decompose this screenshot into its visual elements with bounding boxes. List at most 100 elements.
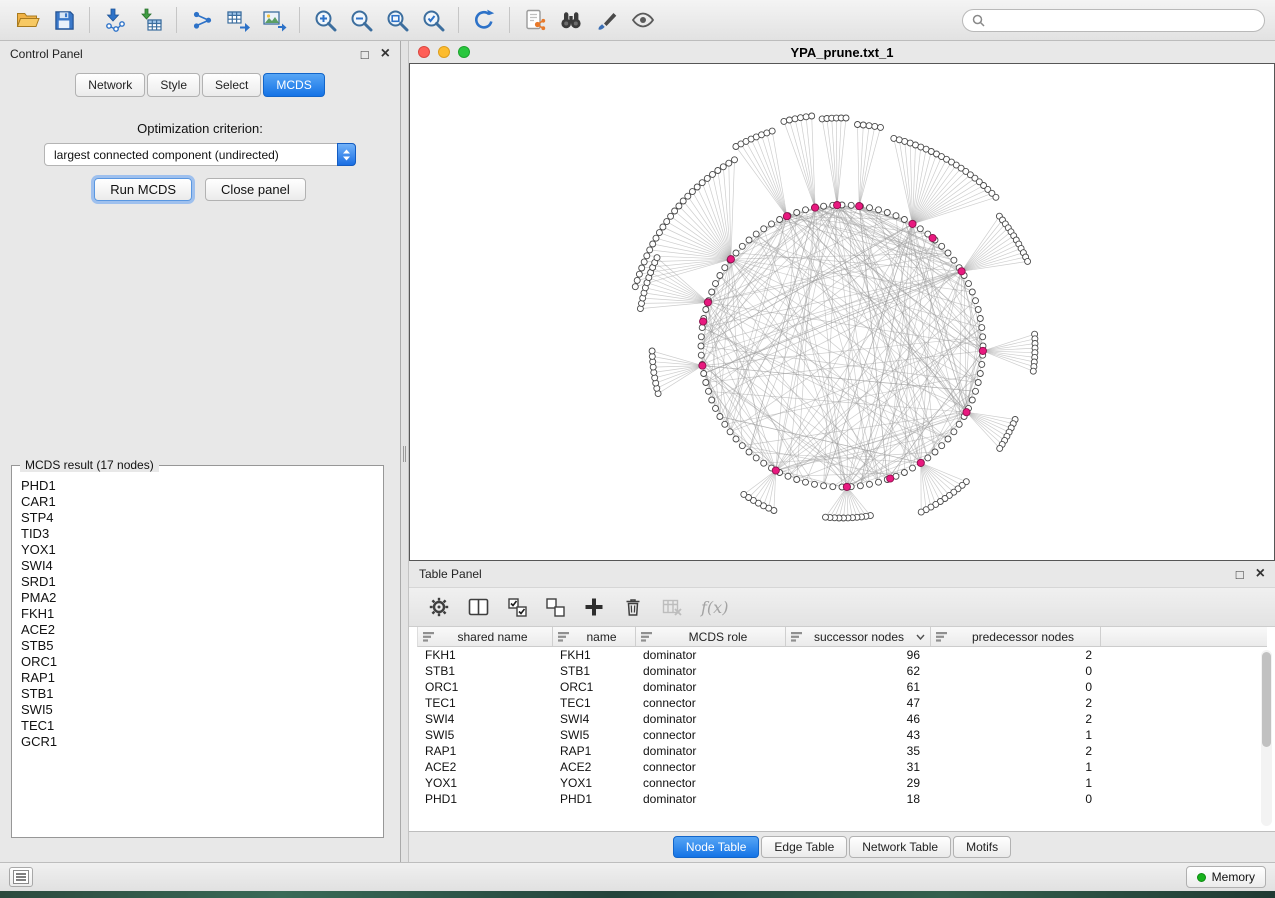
cell-successor-nodes[interactable]: 31 [785, 760, 930, 774]
cell-predecessor-nodes[interactable]: 1 [930, 728, 1100, 742]
cell-shared-name[interactable]: STB1 [417, 664, 552, 678]
cell-mcds-role[interactable]: connector [635, 728, 785, 742]
cell-mcds-role[interactable]: connector [635, 696, 785, 710]
cell-shared-name[interactable]: YOX1 [417, 776, 552, 790]
maximize-window-icon[interactable] [458, 46, 470, 58]
graphics-details-button[interactable] [625, 3, 661, 37]
cell-shared-name[interactable]: ORC1 [417, 680, 552, 694]
result-node-item[interactable]: STB1 [21, 686, 374, 702]
zoom-in-button[interactable] [307, 3, 343, 37]
cell-name[interactable]: YOX1 [552, 776, 635, 790]
tab-network-table[interactable]: Network Table [849, 836, 951, 858]
result-node-item[interactable]: ACE2 [21, 622, 374, 638]
column-header-predecessor-nodes[interactable]: predecessor nodes [931, 627, 1101, 646]
show-columns-button[interactable] [468, 594, 489, 620]
cell-shared-name[interactable]: FKH1 [417, 648, 552, 662]
cell-predecessor-nodes[interactable]: 0 [930, 664, 1100, 678]
result-node-item[interactable]: SWI5 [21, 702, 374, 718]
tab-network[interactable]: Network [75, 73, 145, 97]
panel-menu-button[interactable] [9, 867, 33, 887]
cell-successor-nodes[interactable]: 29 [785, 776, 930, 790]
refresh-layout-button[interactable] [466, 3, 502, 37]
cell-successor-nodes[interactable]: 62 [785, 664, 930, 678]
result-node-item[interactable]: PMA2 [21, 590, 374, 606]
table-row[interactable]: RAP1 RAP1 dominator 35 2 [417, 743, 1267, 759]
cell-successor-nodes[interactable]: 47 [785, 696, 930, 710]
result-node-item[interactable]: YOX1 [21, 542, 374, 558]
cell-predecessor-nodes[interactable]: 0 [930, 792, 1100, 806]
cell-successor-nodes[interactable]: 35 [785, 744, 930, 758]
cell-predecessor-nodes[interactable]: 2 [930, 648, 1100, 662]
export-image-button[interactable] [256, 3, 292, 37]
cell-mcds-role[interactable]: dominator [635, 792, 785, 806]
cell-shared-name[interactable]: TEC1 [417, 696, 552, 710]
table-row[interactable]: PHD1 PHD1 dominator 18 0 [417, 791, 1267, 807]
table-row[interactable]: TEC1 TEC1 connector 47 2 [417, 695, 1267, 711]
zoom-fit-button[interactable] [379, 3, 415, 37]
delete-button[interactable] [623, 594, 643, 620]
result-node-item[interactable]: TEC1 [21, 718, 374, 734]
result-node-item[interactable]: ORC1 [21, 654, 374, 670]
column-header-mcds-role[interactable]: MCDS role [636, 627, 786, 646]
cell-successor-nodes[interactable]: 61 [785, 680, 930, 694]
cell-name[interactable]: SWI4 [552, 712, 635, 726]
tab-mcds[interactable]: MCDS [263, 73, 324, 97]
table-settings-button[interactable] [429, 594, 449, 620]
network-graph[interactable] [410, 64, 1274, 560]
cell-predecessor-nodes[interactable]: 0 [930, 680, 1100, 694]
cell-mcds-role[interactable]: connector [635, 760, 785, 774]
cell-mcds-role[interactable]: dominator [635, 664, 785, 678]
cell-predecessor-nodes[interactable]: 1 [930, 760, 1100, 774]
close-window-icon[interactable] [418, 46, 430, 58]
table-row[interactable]: SWI4 SWI4 dominator 46 2 [417, 711, 1267, 727]
table-row[interactable]: SWI5 SWI5 connector 43 1 [417, 727, 1267, 743]
apply-style-button[interactable] [589, 3, 625, 37]
cell-successor-nodes[interactable]: 46 [785, 712, 930, 726]
find-button[interactable] [553, 3, 589, 37]
search-input[interactable] [991, 13, 1255, 27]
select-all-button[interactable] [508, 594, 527, 620]
minimize-window-icon[interactable] [438, 46, 450, 58]
result-node-item[interactable]: STP4 [21, 510, 374, 526]
criterion-dropdown[interactable]: largest connected component (undirected) [44, 143, 356, 166]
table-row[interactable]: YOX1 YOX1 connector 29 1 [417, 775, 1267, 791]
column-header-name[interactable]: name [553, 627, 636, 646]
zoom-out-button[interactable] [343, 3, 379, 37]
cell-predecessor-nodes[interactable]: 2 [930, 712, 1100, 726]
cell-shared-name[interactable]: RAP1 [417, 744, 552, 758]
table-row[interactable]: ORC1 ORC1 dominator 61 0 [417, 679, 1267, 695]
panel-divider[interactable] [401, 41, 409, 862]
search-box[interactable] [962, 9, 1265, 32]
table-scrollbar[interactable] [1261, 650, 1272, 826]
cell-mcds-role[interactable]: connector [635, 776, 785, 790]
float-panel-icon[interactable]: □ [361, 48, 369, 61]
float-panel-icon[interactable]: □ [1236, 568, 1244, 581]
result-node-item[interactable]: CAR1 [21, 494, 374, 510]
result-node-item[interactable]: TID3 [21, 526, 374, 542]
cell-successor-nodes[interactable]: 18 [785, 792, 930, 806]
tab-edge-table[interactable]: Edge Table [761, 836, 847, 858]
result-node-item[interactable]: PHD1 [21, 478, 374, 494]
cell-shared-name[interactable]: PHD1 [417, 792, 552, 806]
cell-mcds-role[interactable]: dominator [635, 712, 785, 726]
tab-motifs[interactable]: Motifs [953, 836, 1011, 858]
export-network-button[interactable] [184, 3, 220, 37]
cell-predecessor-nodes[interactable]: 2 [930, 744, 1100, 758]
memory-button[interactable]: Memory [1186, 866, 1266, 888]
result-node-item[interactable]: GCR1 [21, 734, 374, 750]
import-network-button[interactable] [97, 3, 133, 37]
tab-select[interactable]: Select [202, 73, 261, 97]
cell-name[interactable]: FKH1 [552, 648, 635, 662]
cell-predecessor-nodes[interactable]: 1 [930, 776, 1100, 790]
import-table-button[interactable] [133, 3, 169, 37]
table-row[interactable]: STB1 STB1 dominator 62 0 [417, 663, 1267, 679]
cell-successor-nodes[interactable]: 43 [785, 728, 930, 742]
network-canvas[interactable] [409, 63, 1275, 561]
save-session-button[interactable] [46, 3, 82, 37]
cell-name[interactable]: ACE2 [552, 760, 635, 774]
result-node-item[interactable]: SWI4 [21, 558, 374, 574]
export-table-button[interactable] [220, 3, 256, 37]
cell-shared-name[interactable]: SWI4 [417, 712, 552, 726]
cell-name[interactable]: TEC1 [552, 696, 635, 710]
result-node-item[interactable]: STB5 [21, 638, 374, 654]
